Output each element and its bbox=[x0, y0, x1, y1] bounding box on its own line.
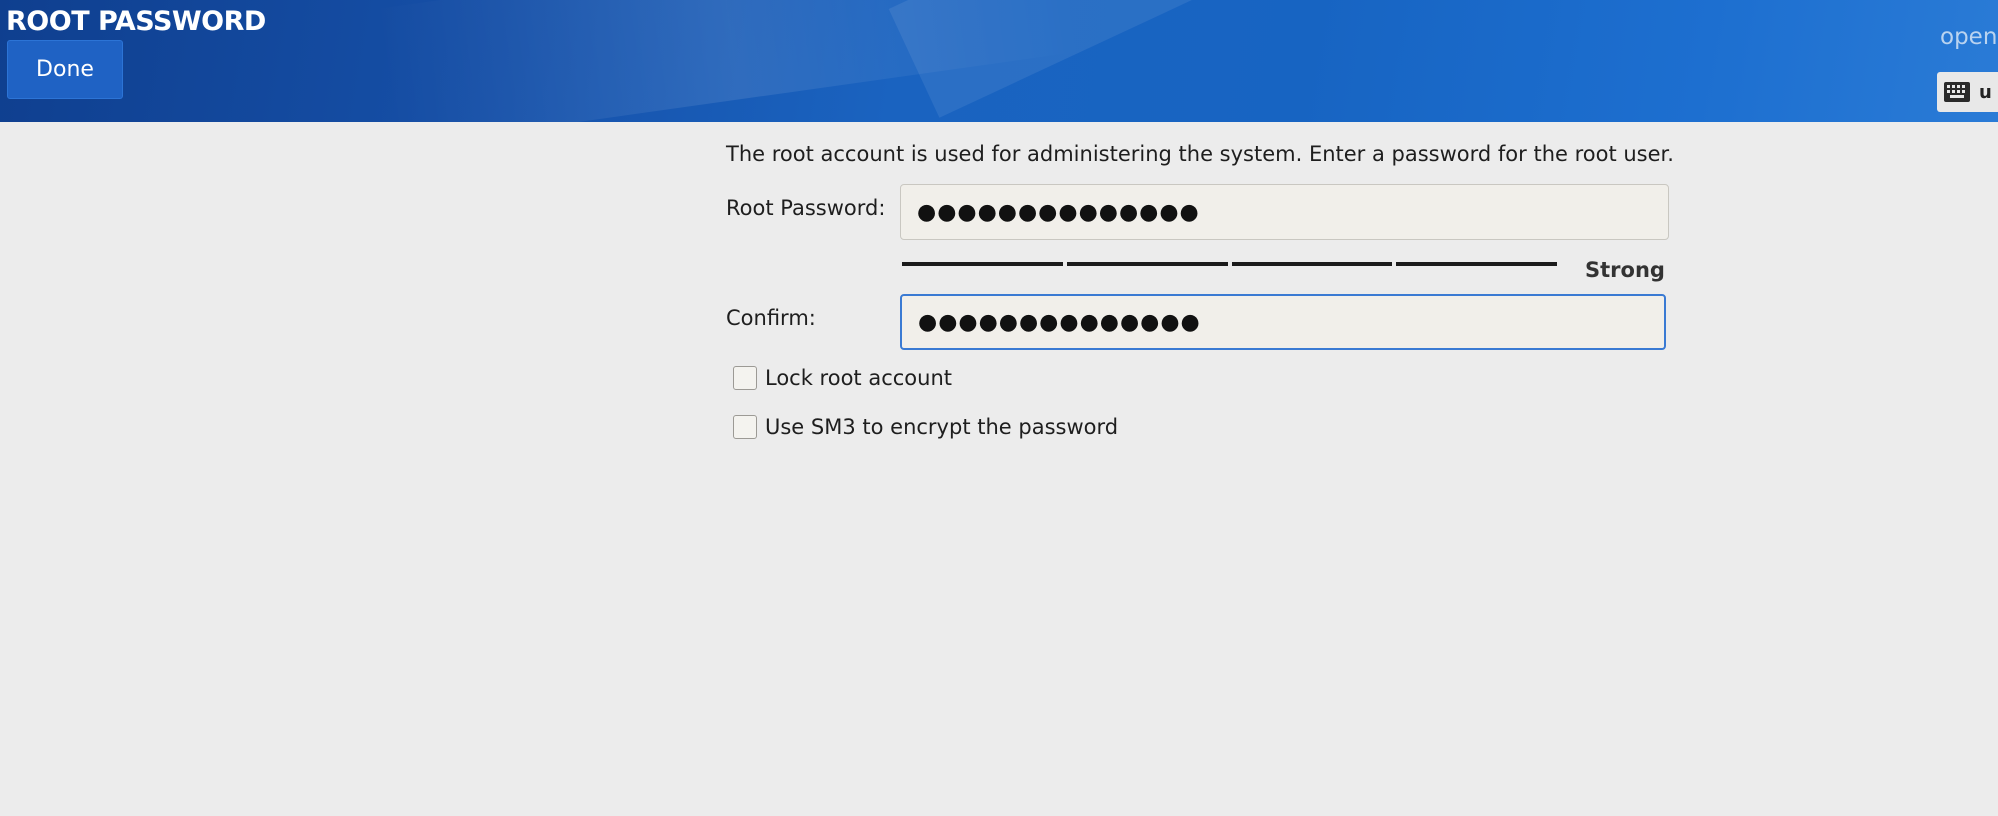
root-password-label: Root Password: bbox=[726, 196, 886, 220]
root-password-input[interactable]: ●●●●●●●●●●●●●● bbox=[900, 184, 1669, 240]
header-bar: ROOT PASSWORD Done open u bbox=[0, 0, 1998, 122]
lock-root-label: Lock root account bbox=[765, 366, 953, 390]
intro-text: The root account is used for administeri… bbox=[726, 142, 1674, 166]
confirm-label: Confirm: bbox=[726, 306, 816, 330]
root-password-form: The root account is used for administeri… bbox=[0, 122, 1998, 816]
password-strength-bar bbox=[902, 262, 1557, 268]
lock-root-checkbox[interactable] bbox=[733, 366, 757, 390]
done-button[interactable]: Done bbox=[7, 40, 123, 99]
sm3-label: Use SM3 to encrypt the password bbox=[765, 415, 1119, 439]
strength-segment bbox=[1396, 262, 1557, 266]
sm3-checkbox-row[interactable]: Use SM3 to encrypt the password bbox=[733, 415, 1118, 439]
confirm-password-input[interactable]: ●●●●●●●●●●●●●● bbox=[900, 294, 1666, 350]
sm3-checkbox[interactable] bbox=[733, 415, 757, 439]
product-name: open bbox=[1940, 24, 1998, 50]
lock-root-checkbox-row[interactable]: Lock root account bbox=[733, 366, 952, 390]
keyboard-layout-indicator[interactable]: u bbox=[1937, 72, 1998, 112]
keyboard-icon bbox=[1943, 81, 1971, 103]
password-strength-label: Strong bbox=[1585, 258, 1665, 282]
header-decoration bbox=[888, 0, 1212, 118]
page-title: ROOT PASSWORD bbox=[6, 6, 266, 37]
strength-segment bbox=[1231, 262, 1393, 266]
strength-segment bbox=[1066, 262, 1228, 266]
strength-segment bbox=[902, 262, 1063, 266]
keyboard-layout-label: u bbox=[1979, 81, 1992, 103]
